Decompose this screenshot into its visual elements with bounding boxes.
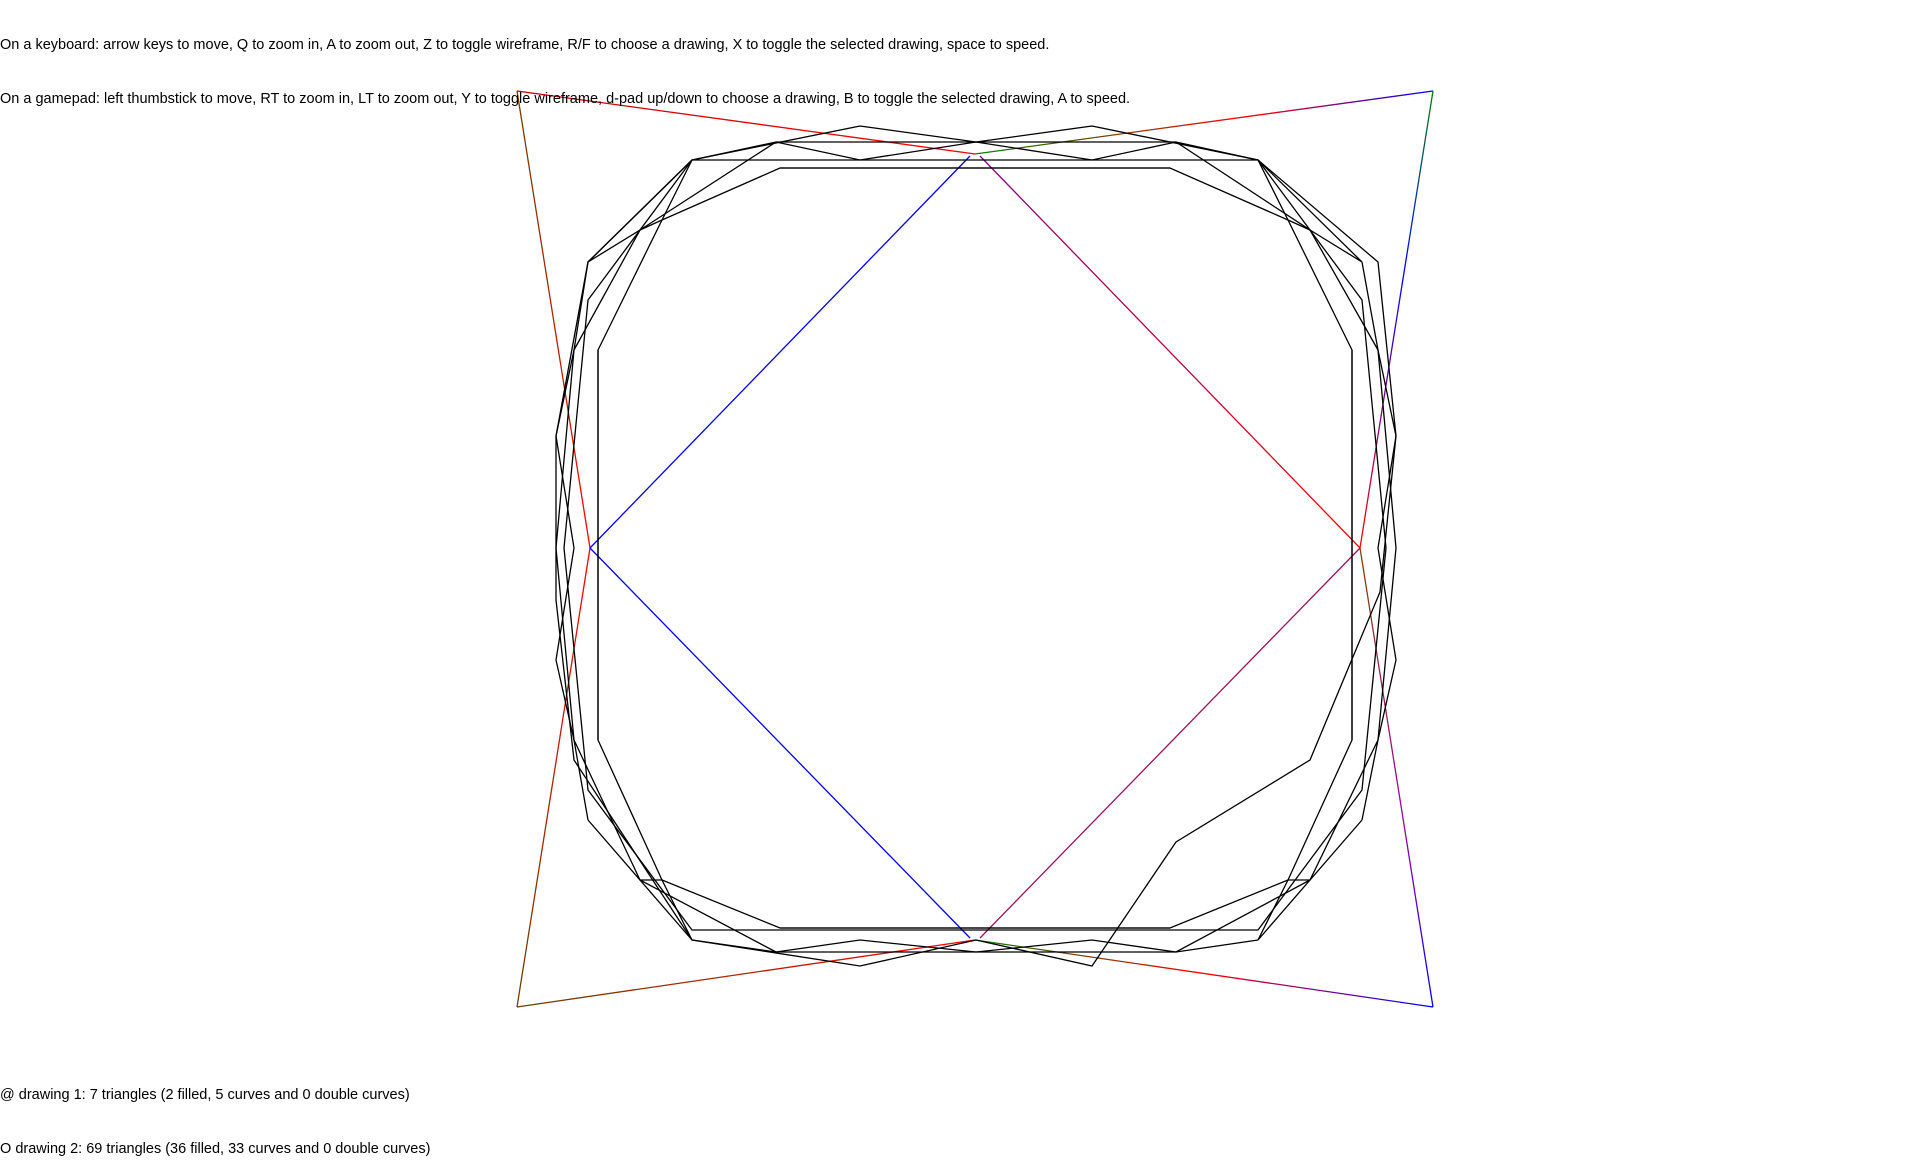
wire-zig-bottom [691,939,1259,953]
edge-diag-ul [589,155,971,549]
drawing-status: @ drawing 1: 7 triangles (2 filled, 5 cu… [0,1050,430,1176]
wire-corner-tl [587,159,693,263]
wire-ring-a [555,141,1397,953]
drawing-2-label: drawing 2: 69 triangles (36 filled, 33 c… [15,1141,431,1157]
drawing-1-label: drawing 1: 7 triangles (2 filled, 5 curv… [18,1087,410,1103]
keyboard-help: On a keyboard: arrow keys to move, Q to … [0,37,1050,53]
edge-diag-ur [979,155,1361,549]
help-text: On a keyboard: arrow keys to move, Q to … [0,0,1130,126]
edge-bottom-left [516,939,976,1008]
gamepad-help: On a gamepad: left thumbstick to move, R… [0,91,1131,107]
drawing-1-status[interactable]: @ drawing 1: 7 triangles (2 filled, 5 cu… [0,1086,430,1104]
wire-corner-tr [1257,159,1363,263]
wire-ring-b [563,159,1387,931]
wire-corner-br [1257,819,1363,941]
edge-bottom-right [974,939,1434,1008]
wire-zig-top [691,141,1259,161]
enabled-marker: O [0,1141,12,1157]
wire-corner-bl [587,819,693,941]
wireframe-canvas[interactable] [0,0,1920,1080]
edge-right-upper [1359,90,1434,549]
drawing-2-status[interactable]: O drawing 2: 69 triangles (36 filled, 33… [0,1140,430,1158]
drawing-1 [516,90,1434,1008]
drawing-2 [555,125,1397,967]
edge-left-lower [516,547,591,1008]
selected-marker: @ [0,1087,15,1103]
wire-outer-ring [555,125,1397,967]
